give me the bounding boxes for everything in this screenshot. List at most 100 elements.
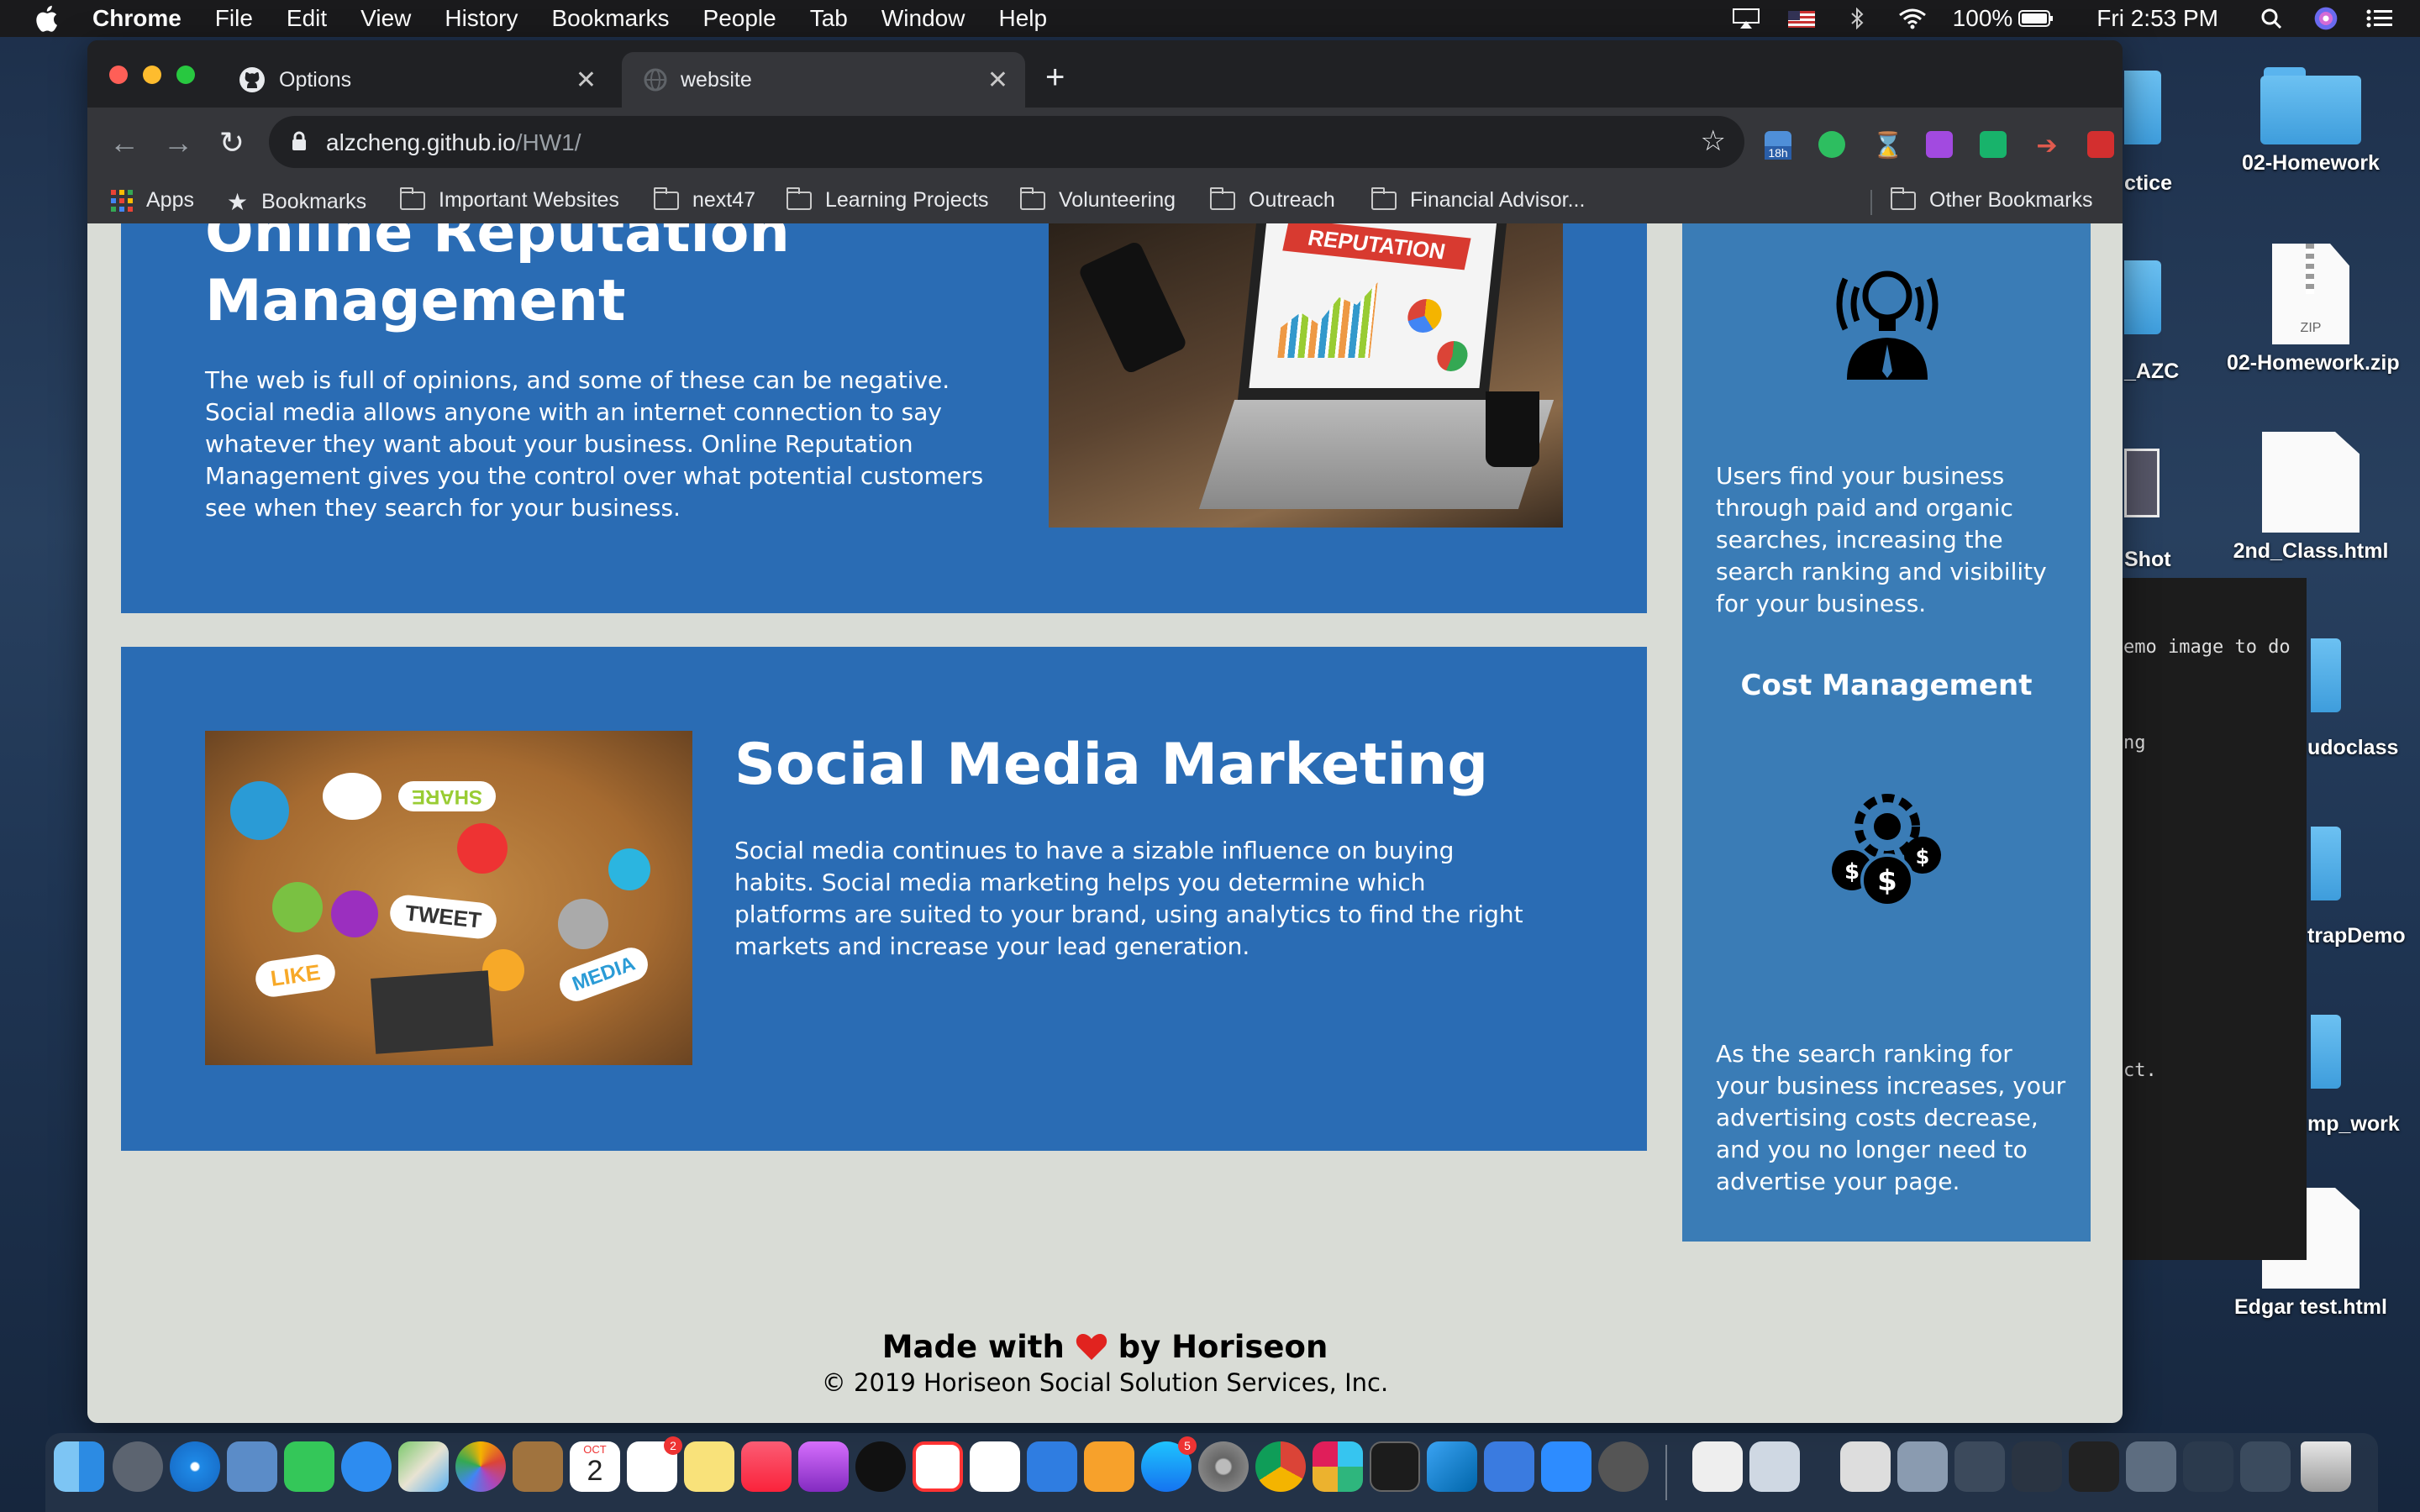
- chrome-dock-icon[interactable]: [1255, 1441, 1306, 1492]
- bookmark-folder-learning-projects[interactable]: Learning Projects: [786, 186, 989, 213]
- address-bar[interactable]: alzcheng.github.io/HW1/ ☆: [269, 116, 1744, 168]
- dots-extension-icon[interactable]: [2087, 131, 2114, 158]
- partial-folder-icon[interactable]: [2311, 827, 2341, 900]
- reload-button[interactable]: ↻: [215, 126, 249, 160]
- menu-help[interactable]: Help: [998, 5, 1047, 32]
- back-button[interactable]: ←: [108, 126, 141, 160]
- search-icon[interactable]: [2257, 8, 2287, 29]
- keynote-icon[interactable]: [1027, 1441, 1077, 1492]
- notification-center-icon[interactable]: [2365, 8, 2395, 29]
- bookmark-bookmarks[interactable]: ★ Bookmarks: [227, 188, 366, 216]
- hourglass-icon[interactable]: ⌛: [1872, 131, 1903, 160]
- podcasts-icon[interactable]: [798, 1441, 849, 1492]
- partial-folder-icon[interactable]: [2124, 71, 2161, 144]
- menu-window[interactable]: Window: [881, 5, 965, 32]
- menu-edit[interactable]: Edit: [287, 5, 327, 32]
- terminal-window-partial[interactable]: emo image to do ng ct.: [2122, 578, 2307, 1260]
- system-preferences-icon[interactable]: [1198, 1441, 1249, 1492]
- bookmark-folder-outreach[interactable]: Outreach: [1210, 186, 1335, 213]
- battery-icon[interactable]: [2018, 8, 2054, 29]
- github-desktop-icon[interactable]: [1598, 1441, 1649, 1492]
- apple-tv-icon[interactable]: [855, 1441, 906, 1492]
- bookmark-folder-important-websites[interactable]: Important Websites: [400, 186, 619, 213]
- maps-icon[interactable]: [398, 1441, 449, 1492]
- reminders-icon[interactable]: 2: [627, 1436, 682, 1492]
- bookmark-folder-next47[interactable]: next47: [654, 186, 755, 213]
- apple-logo-icon[interactable]: [34, 3, 62, 34]
- tab-website[interactable]: website ✕: [622, 52, 1025, 108]
- desktop-file-2nd-class-html[interactable]: 2nd_Class.html: [2227, 432, 2395, 564]
- bluetooth-icon[interactable]: [1842, 8, 1872, 29]
- extension-timer-icon[interactable]: 18h: [1765, 131, 1791, 160]
- menu-people[interactable]: People: [703, 5, 776, 32]
- partial-screenshot-icon[interactable]: [2124, 449, 2160, 517]
- menu-file[interactable]: File: [215, 5, 253, 32]
- desktop-file-02-homework-zip[interactable]: ZIP 02-Homework.zip: [2227, 244, 2400, 375]
- recent-window-thumbnail[interactable]: [2126, 1441, 2176, 1492]
- lock-icon[interactable]: [291, 131, 308, 151]
- music-icon[interactable]: [741, 1441, 792, 1492]
- tab-options[interactable]: Options ✕: [227, 52, 613, 108]
- siri-icon[interactable]: [2312, 5, 2339, 32]
- menu-clock[interactable]: Fri 2:53 PM: [2096, 5, 2218, 32]
- close-tab-icon[interactable]: ✕: [576, 66, 597, 95]
- safari-icon[interactable]: [170, 1441, 220, 1492]
- close-window-button[interactable]: [109, 66, 128, 84]
- finder-icon[interactable]: [54, 1441, 104, 1492]
- recent-window-thumbnail[interactable]: [1897, 1441, 1948, 1492]
- desktop-folder-02-homework[interactable]: 02-Homework: [2227, 67, 2395, 176]
- battery-percent[interactable]: 100%: [1953, 5, 2013, 32]
- menu-view[interactable]: View: [360, 5, 411, 32]
- menu-app-name[interactable]: Chrome: [92, 5, 182, 32]
- trash-icon[interactable]: [2301, 1441, 2351, 1492]
- stickies-icon[interactable]: [684, 1441, 734, 1492]
- xcode-tools-icon[interactable]: [1484, 1441, 1534, 1492]
- downloads-stack-icon[interactable]: [1840, 1441, 1891, 1492]
- recent-window-thumbnail[interactable]: [1954, 1441, 2005, 1492]
- bookmark-apps[interactable]: Apps: [111, 188, 194, 213]
- document-stack-icon[interactable]: [1692, 1441, 1743, 1492]
- calendar-icon[interactable]: OCT 2: [570, 1441, 620, 1492]
- pages-icon[interactable]: [1084, 1441, 1134, 1492]
- preview-stack-icon[interactable]: [1749, 1441, 1800, 1492]
- bookmark-folder-volunteering[interactable]: Volunteering: [1020, 186, 1176, 213]
- color-picker-icon[interactable]: [1926, 131, 1953, 158]
- us-flag-icon[interactable]: [1786, 8, 1817, 29]
- facetime-icon[interactable]: [284, 1441, 334, 1492]
- bookmark-star-icon[interactable]: ☆: [1701, 124, 1726, 158]
- bookmark-folder-other-bookmarks[interactable]: Other Bookmarks: [1891, 186, 2093, 213]
- forward-button[interactable]: →: [161, 126, 195, 160]
- recent-window-thumbnail[interactable]: [2069, 1441, 2119, 1492]
- mail-stamp-icon[interactable]: [227, 1441, 277, 1492]
- recent-window-thumbnail[interactable]: [2183, 1441, 2233, 1492]
- recent-window-thumbnail[interactable]: [2240, 1441, 2291, 1492]
- close-tab-icon[interactable]: ✕: [987, 66, 1008, 95]
- evernote-icon[interactable]: [1818, 131, 1845, 158]
- notes-book-icon[interactable]: [513, 1441, 563, 1492]
- partial-folder-icon[interactable]: [2311, 1015, 2341, 1089]
- launchpad-icon[interactable]: [113, 1441, 163, 1492]
- bookmark-folder-financial-advisor[interactable]: Financial Advisor...: [1371, 186, 1585, 213]
- arrow-extension-icon[interactable]: ➔: [2033, 131, 2060, 160]
- vscode-icon[interactable]: [1427, 1441, 1477, 1492]
- terminal-icon[interactable]: [1370, 1441, 1420, 1492]
- minimize-window-button[interactable]: [143, 66, 161, 84]
- menu-bookmarks[interactable]: Bookmarks: [551, 5, 669, 32]
- wifi-icon[interactable]: [1897, 8, 1928, 29]
- airplay-icon[interactable]: [1731, 8, 1761, 29]
- menu-history[interactable]: History: [445, 5, 518, 32]
- slack-icon[interactable]: [1313, 1441, 1363, 1492]
- iq-extension-icon[interactable]: [1980, 131, 2007, 158]
- app-store-icon[interactable]: 5: [1141, 1436, 1197, 1492]
- zoom-icon[interactable]: [1541, 1441, 1591, 1492]
- photos-icon[interactable]: [455, 1441, 506, 1492]
- news-icon[interactable]: [913, 1441, 963, 1492]
- partial-folder-icon[interactable]: [2124, 260, 2161, 334]
- recent-window-thumbnail[interactable]: [2012, 1441, 2062, 1492]
- url-text[interactable]: alzcheng.github.io/HW1/: [326, 129, 581, 156]
- page-viewport[interactable]: Online Reputation Management The web is …: [87, 223, 2123, 1423]
- partial-folder-icon[interactable]: [2311, 638, 2341, 712]
- messages-icon[interactable]: [341, 1441, 392, 1492]
- numbers-icon[interactable]: [970, 1441, 1020, 1492]
- maximize-window-button[interactable]: [176, 66, 195, 84]
